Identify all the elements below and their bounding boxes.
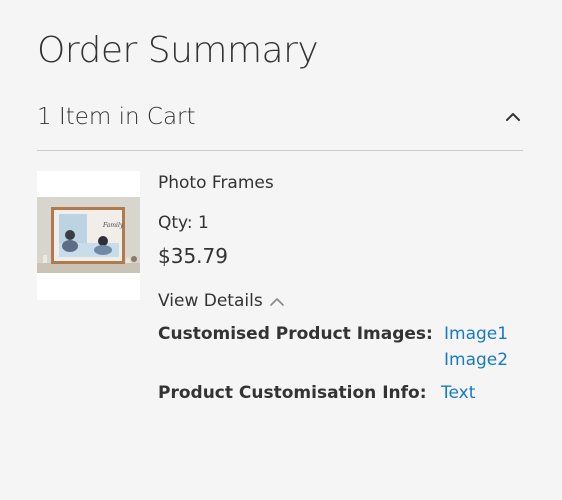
view-details-toggle[interactable]: View Details xyxy=(158,291,285,311)
text-link[interactable]: Text xyxy=(441,383,475,403)
image1-link[interactable]: Image1 xyxy=(444,324,508,344)
cart-item-count: 1 Item in Cart xyxy=(37,104,196,130)
frame-caption: Family xyxy=(102,222,124,229)
product-thumbnail: Family xyxy=(37,171,140,300)
view-details-label: View Details xyxy=(158,291,263,311)
option-label-info: Product Customisation Info: xyxy=(158,383,427,403)
product-price: $35.79 xyxy=(158,244,228,268)
cart-items-toggle[interactable]: 1 Item in Cart xyxy=(37,100,523,151)
product-qty: Qty: 1 xyxy=(158,213,209,233)
product-name: Photo Frames xyxy=(158,173,274,193)
chevron-up-icon[interactable] xyxy=(503,108,523,124)
image2-link[interactable]: Image2 xyxy=(444,350,508,370)
chevron-up-icon xyxy=(269,298,284,306)
order-summary-title: Order Summary xyxy=(37,30,319,71)
option-label-images: Customised Product Images: xyxy=(158,324,433,344)
